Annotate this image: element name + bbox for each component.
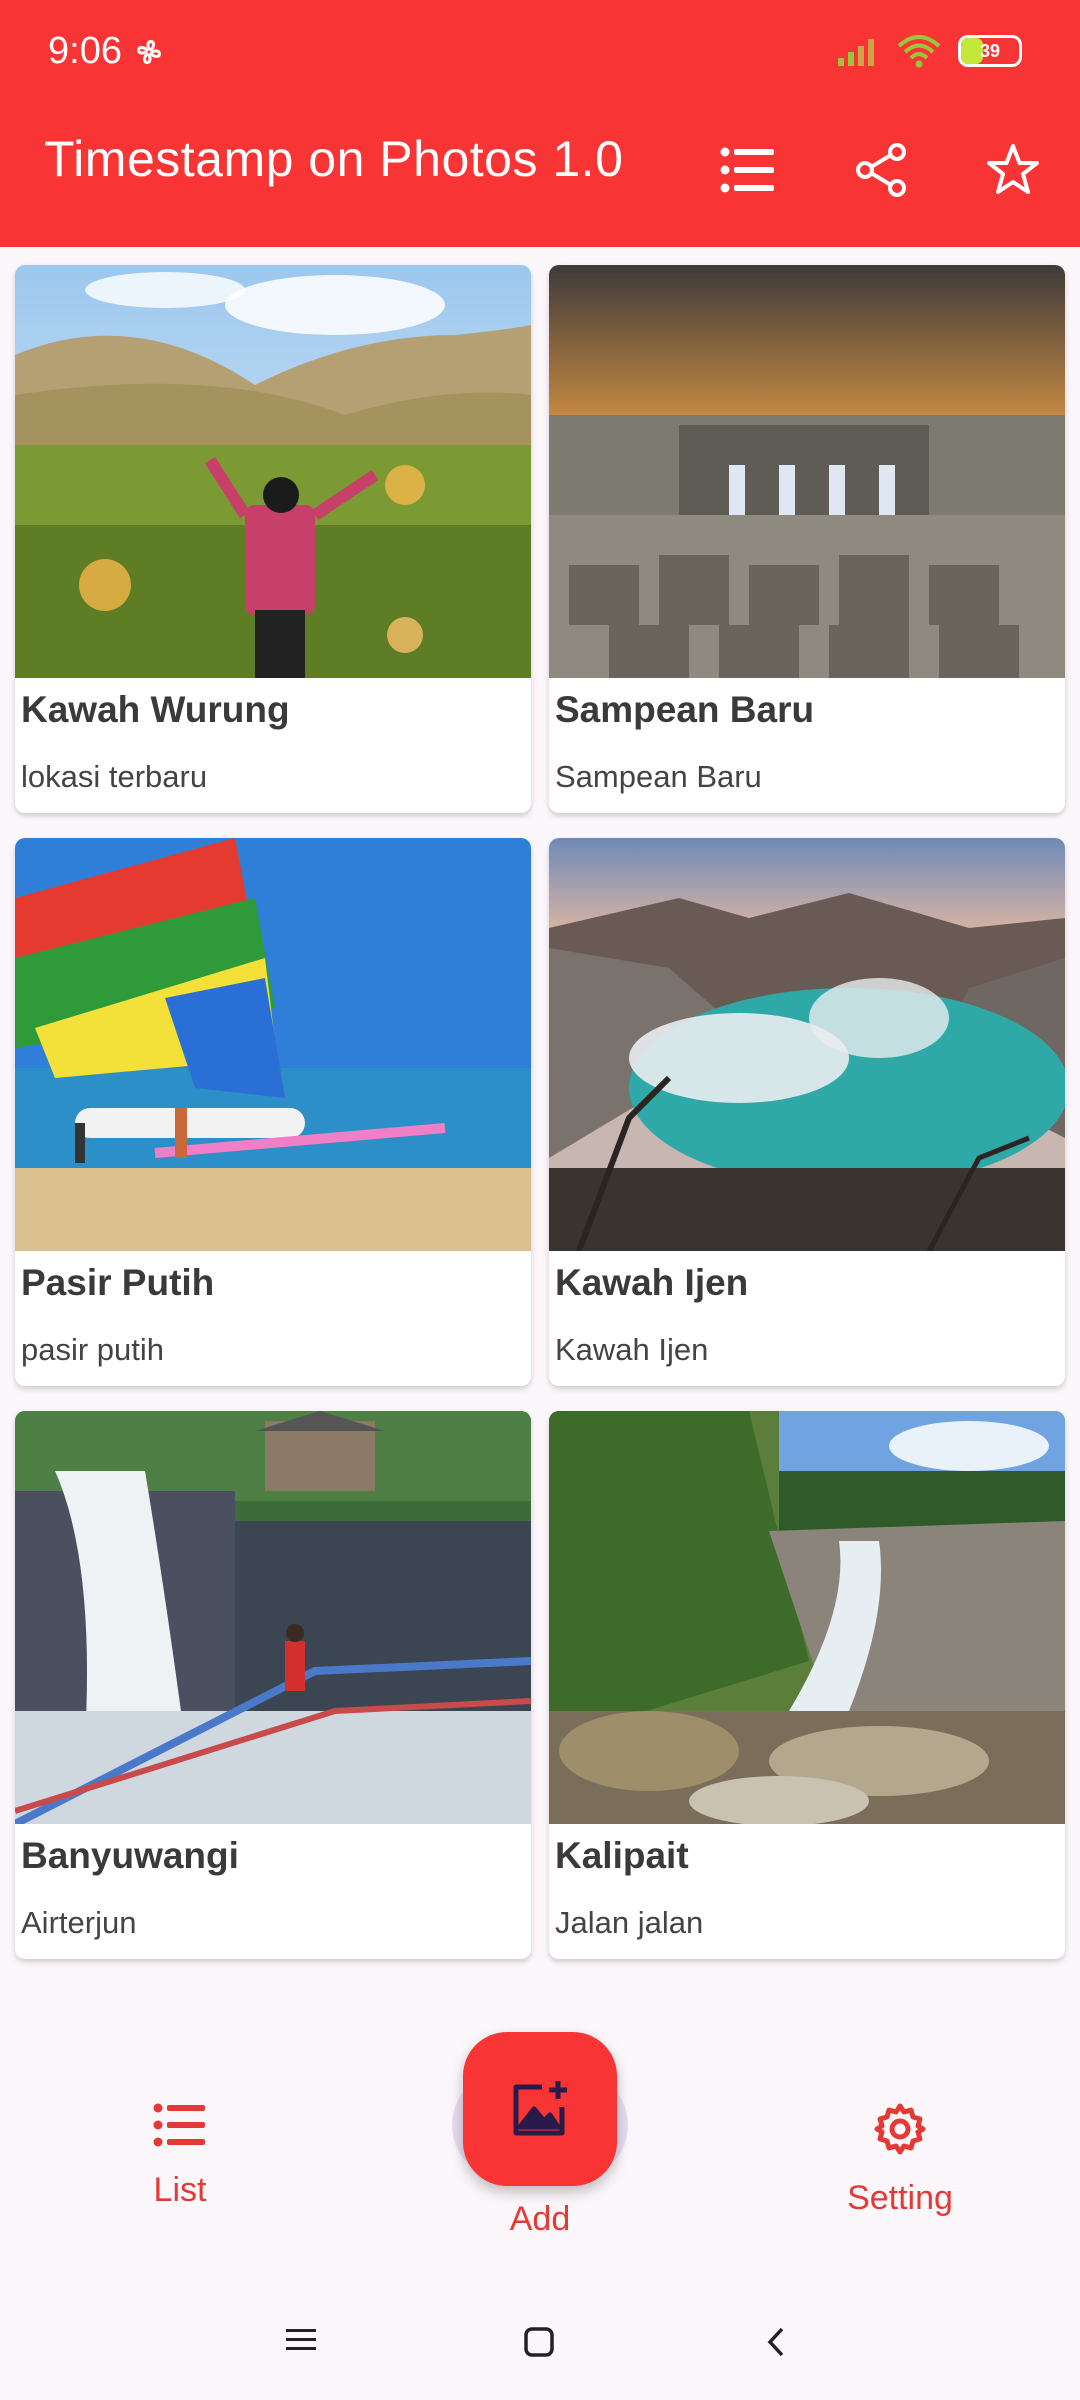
card-photo — [15, 265, 531, 678]
location-card[interactable]: Sampean Baru Sampean Baru — [549, 265, 1065, 813]
nav-list-button[interactable]: List — [130, 2102, 230, 2210]
menu-icon — [286, 2329, 316, 2350]
share-button[interactable] — [849, 138, 913, 202]
home-button[interactable] — [522, 2325, 556, 2364]
card-subtitle: pasir putih — [21, 1332, 165, 1367]
nav-setting-button[interactable]: Setting — [820, 2102, 980, 2218]
nav-list-label: List — [153, 2171, 207, 2209]
location-card[interactable]: Kawah Ijen Kawah Ijen — [549, 838, 1065, 1386]
rate-button[interactable] — [981, 138, 1045, 202]
back-button[interactable] — [760, 2325, 794, 2364]
card-subtitle: Kawah Ijen — [555, 1332, 709, 1367]
nav-add-label-wrap: Add — [480, 2200, 600, 2239]
card-subtitle: Airterjun — [21, 1905, 137, 1940]
card-subtitle: lokasi terbaru — [21, 759, 208, 794]
location-card[interactable]: Kawah Wurung lokasi terbaru — [15, 265, 531, 813]
system-navigation-bar — [0, 2285, 1080, 2400]
card-title: Banyuwangi — [21, 1835, 239, 1876]
card-photo — [549, 838, 1065, 1251]
card-title: Kawah Wurung — [21, 689, 290, 730]
app-title: Timestamp on Photos 1.0 — [44, 131, 624, 187]
location-card[interactable]: Pasir Putih pasir putih — [15, 838, 531, 1386]
card-title: Kalipait — [555, 1835, 689, 1876]
card-photo — [549, 1411, 1065, 1824]
home-icon — [524, 2327, 554, 2357]
nav-add-label: Add — [509, 2200, 571, 2238]
card-photo — [15, 1411, 531, 1824]
back-icon — [767, 2327, 784, 2357]
card-subtitle: Sampean Baru — [555, 759, 762, 794]
list-icon — [720, 147, 774, 193]
star-icon — [987, 144, 1039, 194]
signal-icon — [838, 39, 874, 66]
status-time: 9:06 — [48, 30, 166, 73]
recent-apps-button[interactable] — [286, 2325, 320, 2360]
status-time-text: 9:06 — [48, 30, 122, 72]
fan-icon — [137, 39, 161, 64]
status-icons: 39 — [836, 34, 1022, 68]
add-photo-button[interactable] — [463, 2032, 617, 2186]
add-photo-icon — [513, 2081, 567, 2136]
card-title: Pasir Putih — [21, 1262, 215, 1303]
list-icon — [153, 2103, 205, 2147]
card-title: Sampean Baru — [555, 689, 815, 730]
location-card[interactable]: Kalipait Jalan jalan — [549, 1411, 1065, 1959]
card-photo — [549, 265, 1065, 678]
list-view-button[interactable] — [716, 138, 780, 202]
share-icon — [856, 143, 906, 197]
card-photo — [15, 838, 531, 1251]
battery-indicator: 39 — [958, 35, 1022, 67]
gear-icon — [874, 2103, 926, 2155]
card-title: Kawah Ijen — [555, 1262, 749, 1303]
app-bar: 9:06 39 Timestamp on Photos 1.0 — [0, 0, 1080, 247]
battery-level: 39 — [979, 40, 1001, 61]
wifi-icon — [897, 35, 941, 68]
nav-setting-label: Setting — [847, 2179, 953, 2217]
card-subtitle: Jalan jalan — [555, 1905, 704, 1940]
location-card[interactable]: Banyuwangi Airterjun — [15, 1411, 531, 1959]
